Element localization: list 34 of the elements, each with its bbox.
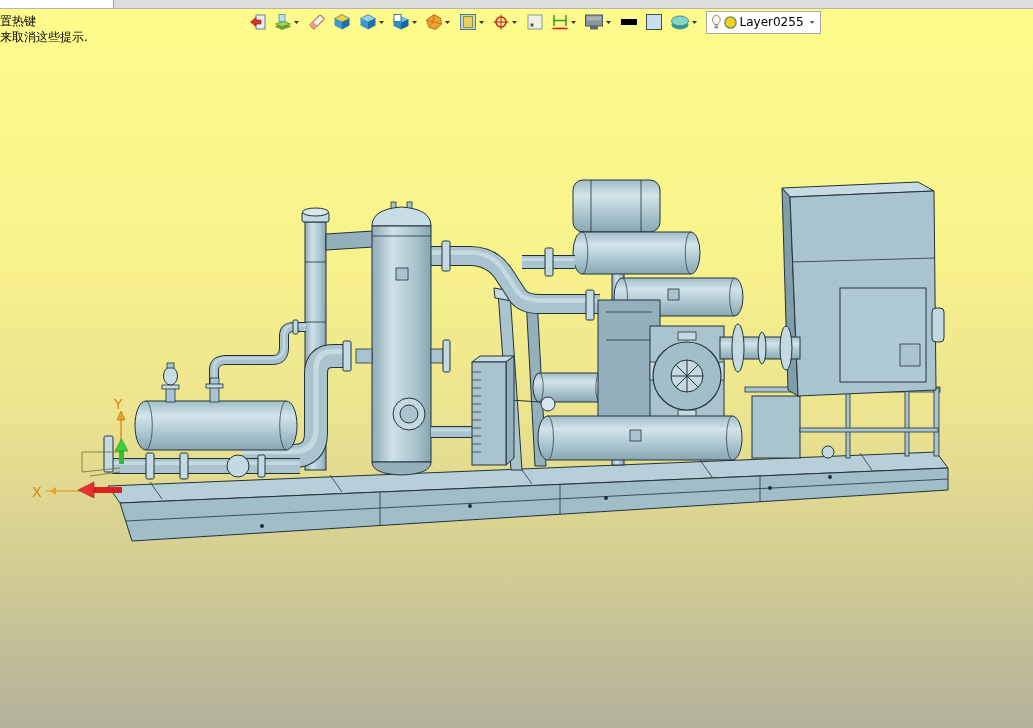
caret-icon xyxy=(378,20,384,24)
caret-icon xyxy=(478,20,484,24)
caret-icon xyxy=(294,20,300,24)
axis-label: X xyxy=(32,484,42,500)
hint-text: 置热键 xyxy=(0,13,36,29)
caret-icon xyxy=(692,20,698,24)
support-bracket xyxy=(325,230,374,251)
polyhedron-icon xyxy=(426,14,443,30)
stacked-sheets-icon xyxy=(275,14,292,30)
layers-icon xyxy=(671,14,690,30)
caret-icon xyxy=(445,20,451,24)
monitor-icon xyxy=(585,14,604,30)
caret-icon xyxy=(570,20,576,24)
caret-icon xyxy=(512,20,518,24)
valve xyxy=(161,362,180,403)
bulb-icon xyxy=(711,14,721,30)
cube-icon xyxy=(334,14,351,30)
cube-window-icon xyxy=(392,14,409,30)
valve xyxy=(205,377,224,403)
frame-icon xyxy=(459,14,476,30)
caret-icon xyxy=(411,20,417,24)
dimension-icon xyxy=(551,14,568,30)
axis-label: Y xyxy=(114,396,123,412)
crosshair-icon xyxy=(493,14,510,30)
square-icon xyxy=(526,14,543,30)
caret-icon xyxy=(606,20,612,24)
eraser-icon xyxy=(308,14,325,30)
arrow-box-icon xyxy=(250,14,266,30)
caret-icon xyxy=(809,20,814,24)
toolbar-button[interactable] xyxy=(247,11,269,33)
layer-select[interactable]: Layer0255 xyxy=(705,10,821,34)
circle-icon xyxy=(723,14,737,30)
hint-text: 来取消这些提示. xyxy=(0,29,88,45)
cube-icon xyxy=(359,14,376,30)
